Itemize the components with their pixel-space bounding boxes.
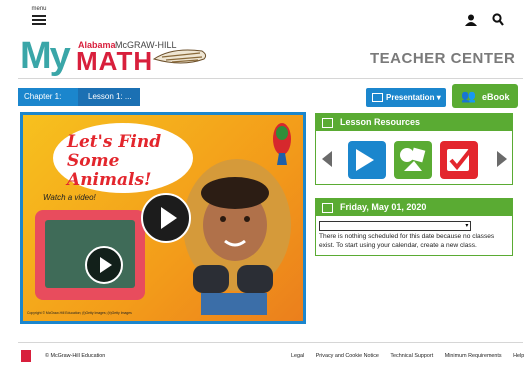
presentation-label: Presentation xyxy=(386,93,435,102)
carousel-next-icon[interactable] xyxy=(497,151,507,167)
image-icon xyxy=(322,117,333,128)
footer-link-privacy[interactable]: Privacy and Cookie Notice xyxy=(316,353,379,359)
mcgraw-hill-logo xyxy=(21,350,31,362)
breadcrumb: Chapter 1: A... Lesson 1: ... ▶ xyxy=(18,88,140,119)
calendar-date: Friday, May 01, 2020 xyxy=(340,202,427,212)
footer-link-requirements[interactable]: Minimum Requirements xyxy=(445,353,502,359)
video-credit: Copyright © McGraw-Hill Education; (t)Ge… xyxy=(27,311,132,315)
breadcrumb-lesson-label: Lesson 1: ... xyxy=(88,92,132,101)
child-with-binoculars-image xyxy=(183,159,291,315)
footer-link-legal[interactable]: Legal xyxy=(291,353,304,359)
watch-video-text: Watch a video! xyxy=(43,193,96,202)
chevron-down-icon: ▾ xyxy=(436,93,441,102)
page-title: TEACHER CENTER xyxy=(370,50,516,67)
header-divider xyxy=(18,78,523,79)
copyright-text: © McGraw-Hill Education xyxy=(45,353,106,359)
turtle-image xyxy=(45,220,135,288)
calendar-header: Friday, May 01, 2020 xyxy=(316,199,512,216)
shapes-icon xyxy=(400,147,426,171)
footer-link-support[interactable]: Technical Support xyxy=(390,353,433,359)
ebook-icon: 👥 xyxy=(461,89,476,103)
breadcrumb-chapter[interactable]: Chapter 1: A... xyxy=(18,88,78,119)
lesson-video[interactable]: Let's Find Some Animals! Watch a video! … xyxy=(20,112,306,324)
lesson-resources-panel: Lesson Resources xyxy=(315,113,513,185)
class-select[interactable]: ▾ xyxy=(319,221,471,231)
presentation-button[interactable]: Presentation ▾ xyxy=(366,88,446,107)
footer-links: Legal Privacy and Cookie Notice Technica… xyxy=(291,353,525,359)
video-thumbnail: Let's Find Some Animals! Watch a video! … xyxy=(23,115,303,321)
user-icon[interactable] xyxy=(465,14,477,26)
calendar-icon xyxy=(322,202,333,213)
small-play-icon[interactable] xyxy=(85,246,123,284)
check-icon xyxy=(447,146,474,171)
presentation-icon xyxy=(372,93,383,103)
logo-math: MATH xyxy=(76,46,154,76)
resource-presentation-tile[interactable] xyxy=(348,141,386,179)
chevron-down-icon: ▾ xyxy=(465,223,470,229)
breadcrumb-lesson[interactable]: Lesson 1: ... ▶ xyxy=(78,88,140,119)
lesson-resources-header: Lesson Resources xyxy=(316,114,512,131)
ebook-button[interactable]: 👥 eBook xyxy=(452,84,518,108)
lesson-resources-title: Lesson Resources xyxy=(340,117,421,127)
logo-my: My xyxy=(20,35,71,77)
footer-link-help[interactable]: Help xyxy=(513,353,524,359)
resource-shapes-tile[interactable] xyxy=(394,141,432,179)
menu-icon-bar xyxy=(32,23,46,25)
menu-label: menu xyxy=(31,6,47,12)
top-bar: menu xyxy=(0,0,525,40)
resource-assessment-tile[interactable] xyxy=(440,141,478,179)
menu-button[interactable]: menu xyxy=(28,6,50,32)
search-icon[interactable] xyxy=(492,13,504,26)
shell-image xyxy=(152,49,207,64)
calendar-panel: Friday, May 01, 2020 ▾ There is nothing … xyxy=(315,198,513,256)
parrot-image xyxy=(273,123,291,165)
ebook-label: eBook xyxy=(481,92,510,102)
footer-divider xyxy=(18,342,523,343)
video-bubble-text: Let's Find Some Animals! xyxy=(67,132,162,190)
menu-icon xyxy=(32,15,46,17)
menu-icon-bar xyxy=(32,19,46,21)
resource-carousel xyxy=(316,141,512,181)
tablet-graphic xyxy=(35,210,145,300)
carousel-prev-icon[interactable] xyxy=(322,151,332,167)
play-button[interactable] xyxy=(141,193,191,243)
calendar-message: There is nothing scheduled for this date… xyxy=(319,233,495,249)
